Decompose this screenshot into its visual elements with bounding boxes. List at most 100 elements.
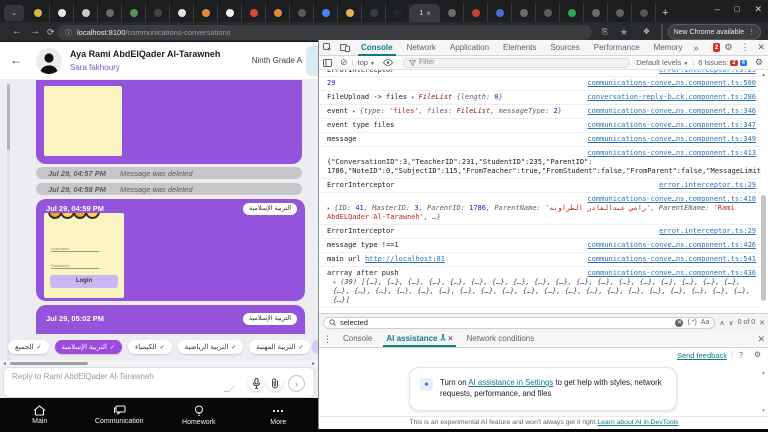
subject-chip[interactable]: التربية الإسلامية✓: [55, 340, 122, 354]
source-link[interactable]: error.interceptor.ts:29: [659, 181, 756, 190]
issues-counter[interactable]: 6 Issues: 2 4: [698, 58, 751, 67]
browser-tab[interactable]: [608, 4, 632, 22]
browser-tab[interactable]: [584, 4, 608, 22]
console-row[interactable]: conversation-reply-b…ck.component.ts:286…: [319, 91, 762, 105]
subject-chip[interactable]: التربية المهنية✓: [249, 340, 310, 354]
browser-tab[interactable]: [74, 4, 98, 22]
log-levels-dropdown[interactable]: Default levels ▼: [636, 58, 688, 67]
message-bubble-2[interactable]: Jul 29, 04:59 PM التربية الإسلامية Usern…: [36, 199, 305, 301]
browser-tab[interactable]: [242, 4, 266, 22]
console-row[interactable]: communications-conve…ns.component.ts:426…: [319, 239, 762, 253]
browser-tab[interactable]: [488, 4, 512, 22]
source-link[interactable]: communications-conve…ns.component.ts:426: [587, 241, 756, 250]
drawer-tab-network-conditions[interactable]: Network conditions: [460, 331, 542, 347]
devtools-tab-elements[interactable]: Elements: [496, 40, 543, 56]
back-icon[interactable]: ←: [12, 22, 22, 42]
devtools-kebab-icon[interactable]: ⋮: [736, 42, 753, 53]
source-link[interactable]: communications-conve…ns.component.ts:500: [587, 79, 756, 88]
drawer-tab-ai-assistance[interactable]: AI assistance ×: [379, 331, 459, 347]
browser-tab[interactable]: [536, 4, 560, 22]
browser-tab[interactable]: [440, 4, 464, 22]
attachment-paperclip-icon[interactable]: [267, 375, 283, 391]
devtools-tab-network[interactable]: Network: [400, 40, 443, 56]
browser-tab[interactable]: [560, 4, 584, 22]
source-link[interactable]: communications-conve…ns.component.ts:541: [587, 255, 756, 264]
regex-toggle[interactable]: (.*): [687, 319, 696, 326]
nav-item-main[interactable]: Main: [0, 398, 80, 432]
devtools-tab-console[interactable]: Console: [354, 40, 400, 56]
tab-search-chevron-icon[interactable]: ⌄: [4, 5, 24, 21]
console-settings-gear-icon[interactable]: ⚙: [751, 57, 768, 68]
tab-close-icon[interactable]: ×: [426, 9, 431, 18]
address-bar[interactable]: ⓘlocalhost:8100/communications-conversat…: [57, 25, 592, 40]
scroll-left-arrow-icon[interactable]: ◄: [2, 361, 7, 367]
scroll-right-arrow-icon[interactable]: ►: [311, 361, 316, 367]
console-scrollbar-thumb[interactable]: [761, 195, 766, 301]
message-bubble-3[interactable]: Jul 29, 05:02 PM التربية الإسلامية: [36, 305, 305, 334]
close-icon[interactable]: ✕: [754, 4, 762, 15]
console-row[interactable]: communications-conve…ns.component.ts:541…: [319, 253, 762, 267]
devtools-close-icon[interactable]: ✕: [753, 42, 768, 53]
console-object-preview[interactable]: ▸ (39) [{…}, {…}, {…}, {…}, {…}, {…}, {……: [327, 278, 756, 305]
source-link[interactable]: communications-conve…ns.component.ts:347: [587, 121, 756, 130]
source-link[interactable]: communications-conve…ns.component.ts:418: [335, 195, 756, 204]
source-link[interactable]: conversation-reply-b…ck.component.ts:286: [587, 93, 756, 102]
console-row[interactable]: communications-conve…ns.component.ts:346…: [319, 105, 762, 119]
console-row[interactable]: error.interceptor.ts:29ErrorInterceptor: [319, 179, 762, 193]
browser-tab[interactable]: [362, 4, 386, 22]
maximize-icon[interactable]: ▢: [734, 5, 741, 13]
ai-settings-gear-icon[interactable]: ⚙: [754, 350, 761, 359]
send-feedback-link[interactable]: Send feedback: [677, 351, 727, 360]
console-row[interactable]: error.interceptor.ts:29ErrorInterceptor: [319, 70, 762, 77]
devtools-settings-gear-icon[interactable]: ⚙: [720, 42, 736, 53]
search-clear-icon[interactable]: ✕: [675, 319, 683, 327]
inspect-element-icon[interactable]: [319, 43, 336, 52]
message-image-attachment[interactable]: [44, 86, 122, 156]
chrome-menu-kebab-icon[interactable]: ⋮: [748, 28, 755, 36]
search-prev-icon[interactable]: ∧: [719, 319, 724, 327]
search-input[interactable]: selected ✕ (.*) Aa: [323, 317, 715, 329]
new-chrome-available-button[interactable]: New Chrome available ⋮: [668, 24, 761, 40]
devtools-tab-performance[interactable]: Performance: [587, 40, 647, 56]
console-row[interactable]: communications-conve…ns.component.ts:436…: [319, 267, 762, 308]
subject-chip[interactable]: الكيمياء✓: [128, 340, 172, 354]
nav-item-more[interactable]: More: [239, 398, 319, 432]
subject-chip[interactable]: الجميع✓: [8, 340, 49, 354]
browser-tab[interactable]: [218, 4, 242, 22]
console-row[interactable]: communications-conve…ns.component.ts:418…: [319, 193, 762, 225]
console-row[interactable]: error.interceptor.ts:29ErrorInterceptor: [319, 225, 762, 239]
console-sidebar-icon[interactable]: [319, 59, 336, 67]
browser-tab[interactable]: [464, 4, 488, 22]
drawer-tab-close-icon[interactable]: ×: [446, 334, 453, 343]
source-link[interactable]: communications-conve…ns.component.ts:346: [587, 107, 756, 116]
search-close-icon[interactable]: ✕: [759, 319, 765, 327]
chips-hscrollbar-thumb[interactable]: [10, 362, 88, 365]
browser-tab[interactable]: [50, 4, 74, 22]
nav-item-homework[interactable]: Homework: [159, 398, 239, 432]
learn-about-ai-link[interactable]: Learn about AI in DevTools: [597, 419, 678, 426]
browser-tab[interactable]: [314, 4, 338, 22]
app-back-icon[interactable]: ←: [10, 53, 22, 67]
nav-item-communication[interactable]: Communication: [80, 398, 160, 432]
help-icon[interactable]: ？: [739, 350, 747, 361]
login-screenshot-attachment[interactable]: Username Password Login: [44, 213, 124, 298]
minimize-icon[interactable]: –: [715, 4, 720, 14]
console-row[interactable]: communications-conve…ns.component.ts:349…: [319, 133, 762, 147]
browser-tab[interactable]: [170, 4, 194, 22]
source-link[interactable]: communications-conve…ns.component.ts:349: [587, 135, 756, 144]
drawer-scroll-down-arrow[interactable]: ▼: [761, 408, 766, 414]
source-link[interactable]: error.interceptor.ts:29: [659, 227, 756, 236]
forward-icon[interactable]: →: [30, 22, 40, 42]
devtools-tab-application[interactable]: Application: [443, 40, 496, 56]
reload-icon[interactable]: ⟳: [47, 22, 55, 42]
message-bubble-1[interactable]: [36, 80, 302, 164]
send-button[interactable]: ›: [288, 375, 305, 392]
ai-settings-link[interactable]: AI assistance in Settings: [468, 378, 553, 387]
browser-tab[interactable]: [512, 4, 536, 22]
browser-tab-active[interactable]: 1×: [410, 4, 440, 22]
browser-tab[interactable]: [386, 4, 410, 22]
drawer-kebab-icon[interactable]: ⋮: [319, 334, 336, 345]
browser-tab[interactable]: [632, 4, 656, 22]
subject-chip[interactable]: التربية الرياضية✓: [178, 340, 244, 354]
drawer-scroll-up-arrow[interactable]: ▲: [761, 370, 766, 376]
